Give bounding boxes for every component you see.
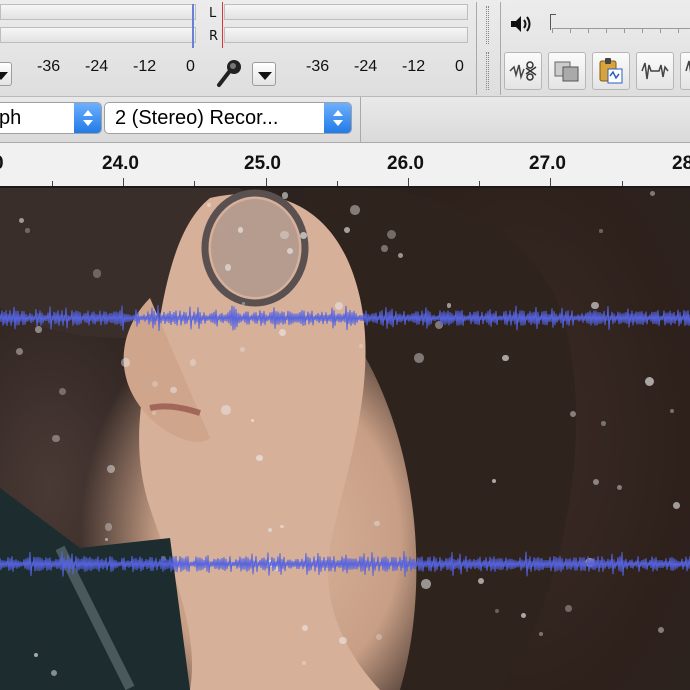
snow-speck — [386, 230, 396, 240]
audio-editor-window: L R -36 -24 -12 0 -36 -24 -12 0 ph 2 (St… — [0, 0, 690, 690]
waveform-button[interactable] — [680, 52, 690, 90]
snow-speck — [421, 579, 431, 589]
playback-meter-dropdown[interactable] — [0, 62, 12, 86]
copy-button[interactable] — [548, 52, 586, 90]
recording-channels-select[interactable]: 2 (Stereo) Recor... — [104, 102, 352, 134]
timeline-tick — [336, 181, 338, 186]
snow-speck — [151, 381, 158, 387]
paste-icon — [599, 58, 623, 84]
timeline-tick — [194, 181, 196, 186]
toolbar-grip[interactable] — [486, 52, 489, 90]
snow-speck — [281, 192, 289, 199]
timeline-label: 26.0 — [387, 153, 424, 174]
playback-volume-thumb[interactable] — [550, 14, 556, 30]
device-toolbar: ph 2 (Stereo) Recor... — [0, 97, 690, 143]
record-scale-label: -36 — [306, 58, 330, 75]
left-channel-label: L — [209, 6, 217, 21]
record-scale-label: -12 — [402, 58, 426, 75]
record-scale-label: 0 — [455, 58, 464, 75]
playback-meter-right[interactable] — [0, 27, 196, 43]
trim-icon — [509, 61, 537, 81]
snow-speck — [599, 229, 603, 233]
timeline-ruler[interactable]: 0 24.0 25.0 26.0 27.0 28 — [0, 143, 690, 188]
waveform-path — [0, 304, 690, 332]
silence-icon — [641, 62, 669, 80]
toolbar-divider — [500, 2, 501, 95]
snow-speck — [51, 669, 58, 676]
snow-speck — [657, 626, 664, 633]
trim-button[interactable] — [504, 52, 542, 90]
record-meter-dropdown[interactable] — [252, 62, 276, 86]
toolbar-grip[interactable] — [486, 6, 489, 44]
snow-speck — [539, 631, 544, 636]
snow-speck — [25, 228, 30, 233]
snow-speck — [564, 605, 572, 613]
device-toolbar-divider — [360, 97, 361, 143]
snow-speck — [521, 612, 527, 618]
playback-meter-peak — [192, 4, 194, 48]
timeline-label: 28 — [672, 153, 690, 174]
record-meter-marker — [222, 2, 223, 48]
playback-scale-label: -24 — [85, 58, 109, 75]
waveform-channel-left[interactable] — [0, 303, 690, 333]
timeline-label: 25.0 — [244, 153, 281, 174]
snow-speck — [339, 636, 347, 645]
snow-speck — [502, 355, 509, 362]
silence-button[interactable] — [636, 52, 674, 90]
timeline-tick — [621, 181, 623, 186]
recording-channels-value: 2 (Stereo) Recor... — [115, 107, 279, 129]
waveform-icon — [685, 60, 690, 73]
timeline-label: 0 — [0, 153, 4, 175]
record-meter-right[interactable] — [224, 27, 468, 43]
snow-speck — [302, 661, 306, 665]
snow-speck — [152, 410, 157, 415]
timeline-tick — [550, 178, 552, 186]
snow-speck — [206, 202, 212, 207]
snow-speck — [256, 455, 263, 462]
record-meter-left[interactable] — [224, 4, 468, 20]
input-device-select[interactable]: ph — [0, 102, 102, 134]
timeline-tick — [479, 181, 481, 186]
playback-scale-label: 0 — [186, 58, 195, 75]
snow-speck — [58, 387, 67, 396]
paste-button[interactable] — [592, 52, 630, 90]
timeline-tick — [123, 178, 125, 186]
playback-volume-ticks — [552, 29, 690, 33]
timeline-label: 27.0 — [529, 153, 566, 174]
snow-speck — [104, 523, 113, 531]
chevron-updown-icon — [74, 103, 101, 133]
record-scale-label: -24 — [354, 58, 378, 75]
playback-meter-left[interactable] — [0, 4, 196, 20]
waveform-path — [0, 551, 690, 577]
snow-speck — [52, 434, 60, 443]
waveform-channel-right[interactable] — [0, 549, 690, 579]
copy-icon — [554, 61, 579, 82]
input-device-value: ph — [0, 107, 22, 129]
snow-speck — [280, 230, 289, 240]
timeline-tick — [408, 178, 409, 186]
speaker-icon[interactable] — [508, 12, 534, 36]
snow-speck — [220, 404, 231, 415]
timeline-tick — [265, 178, 267, 186]
snow-speck — [381, 245, 388, 252]
snow-speck — [349, 205, 360, 216]
chevron-updown-icon — [324, 103, 351, 133]
playback-scale-label: -12 — [133, 58, 157, 75]
snow-speck — [267, 527, 273, 533]
timeline-label: 24.0 — [102, 153, 139, 174]
right-channel-label: R — [209, 29, 219, 44]
snow-speck — [189, 358, 197, 366]
background-photo — [0, 188, 577, 690]
playback-scale-label: -36 — [37, 58, 61, 75]
timeline-tick — [52, 181, 53, 186]
toolbar-divider — [476, 2, 477, 95]
snow-speck — [239, 346, 245, 352]
toolbar: L R -36 -24 -12 0 -36 -24 -12 0 — [0, 0, 690, 97]
snow-speck — [414, 353, 424, 363]
microphone-icon[interactable] — [216, 59, 244, 89]
snow-speck — [601, 420, 606, 426]
audio-track-area[interactable] — [0, 188, 690, 690]
